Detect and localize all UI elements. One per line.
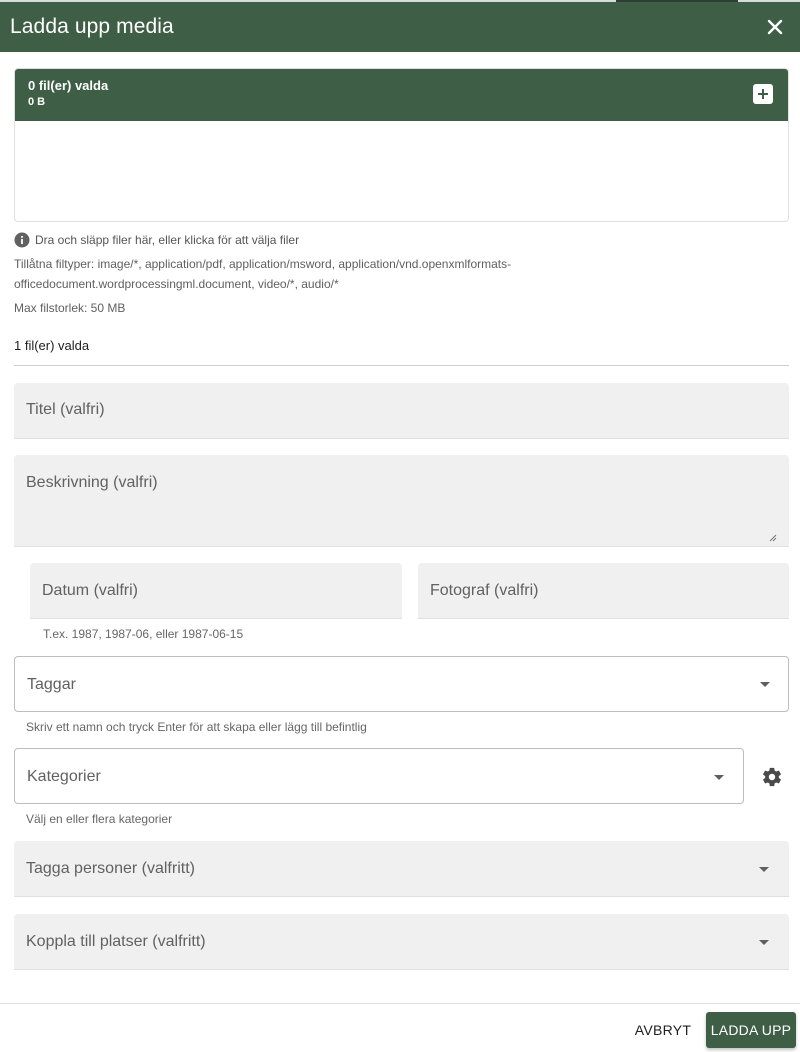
tags-select[interactable]: Taggar <box>14 656 789 712</box>
dialog-titlebar: Ladda upp media <box>0 2 800 52</box>
footer-divider <box>0 1003 800 1004</box>
upload-button[interactable]: LADDA UPP <box>706 1012 796 1048</box>
dialog-title: Ladda upp media <box>10 15 174 38</box>
resize-handle-icon[interactable] <box>769 534 777 542</box>
description-field[interactable]: Beskrivning (valfri) <box>14 455 789 547</box>
gear-icon[interactable] <box>761 766 783 788</box>
tags-select-label: Taggar <box>27 676 76 693</box>
tags-hint: Skriv ett namn och tryck Enter för att s… <box>26 720 367 734</box>
chevron-down-icon <box>760 682 770 687</box>
cancel-button[interactable]: AVBRYT <box>626 1013 700 1047</box>
plus-icon <box>758 89 768 99</box>
file-dropzone[interactable]: 0 fil(er) valda 0 B <box>14 68 789 222</box>
dropzone-count: 0 fil(er) valda <box>28 78 109 93</box>
date-field-label: Datum (valfri) <box>42 582 139 599</box>
categories-select-label: Kategorier <box>27 768 101 785</box>
max-file-size: Max filstorlek: 50 MB <box>14 301 126 315</box>
title-field[interactable]: Titel (valfri) <box>14 383 789 439</box>
info-icon <box>14 232 30 248</box>
chevron-down-icon <box>759 867 769 872</box>
allowed-file-types: Tillåtna filtyper: image/*, application/… <box>14 257 512 291</box>
date-field-hint: T.ex. 1987, 1987-06, eller 1987-06-15 <box>43 627 244 641</box>
dropzone-info-text: Dra och släpp filer här, eller klicka fö… <box>35 233 300 247</box>
date-field[interactable]: Datum (valfri) <box>30 563 402 619</box>
link-places-label: Koppla till platser (valfritt) <box>26 933 206 950</box>
close-icon <box>767 19 783 35</box>
categories-hint: Välj en eller flera kategorier <box>26 812 173 826</box>
photographer-field-label: Fotograf (valfri) <box>430 582 539 599</box>
photographer-field[interactable]: Fotograf (valfri) <box>418 563 789 619</box>
dropzone-size: 0 B <box>28 96 46 108</box>
tag-people-label: Tagga personer (valfritt) <box>26 860 195 877</box>
chevron-down-icon <box>759 940 769 945</box>
chevron-down-icon <box>714 775 724 780</box>
selected-files-count: 1 fil(er) valda <box>14 338 90 353</box>
add-file-button[interactable] <box>753 84 773 104</box>
dropzone-header: 0 fil(er) valda 0 B <box>15 69 788 121</box>
title-field-label: Titel (valfri) <box>26 401 105 418</box>
description-field-label: Beskrivning (valfri) <box>26 474 158 491</box>
link-places-select[interactable]: Koppla till platser (valfritt) <box>14 914 789 970</box>
close-button[interactable] <box>764 16 786 38</box>
tag-people-select[interactable]: Tagga personer (valfritt) <box>14 841 789 897</box>
divider <box>14 365 789 366</box>
dropzone-info: Dra och släpp filer här, eller klicka fö… <box>14 232 299 248</box>
categories-select[interactable]: Kategorier <box>14 748 744 804</box>
